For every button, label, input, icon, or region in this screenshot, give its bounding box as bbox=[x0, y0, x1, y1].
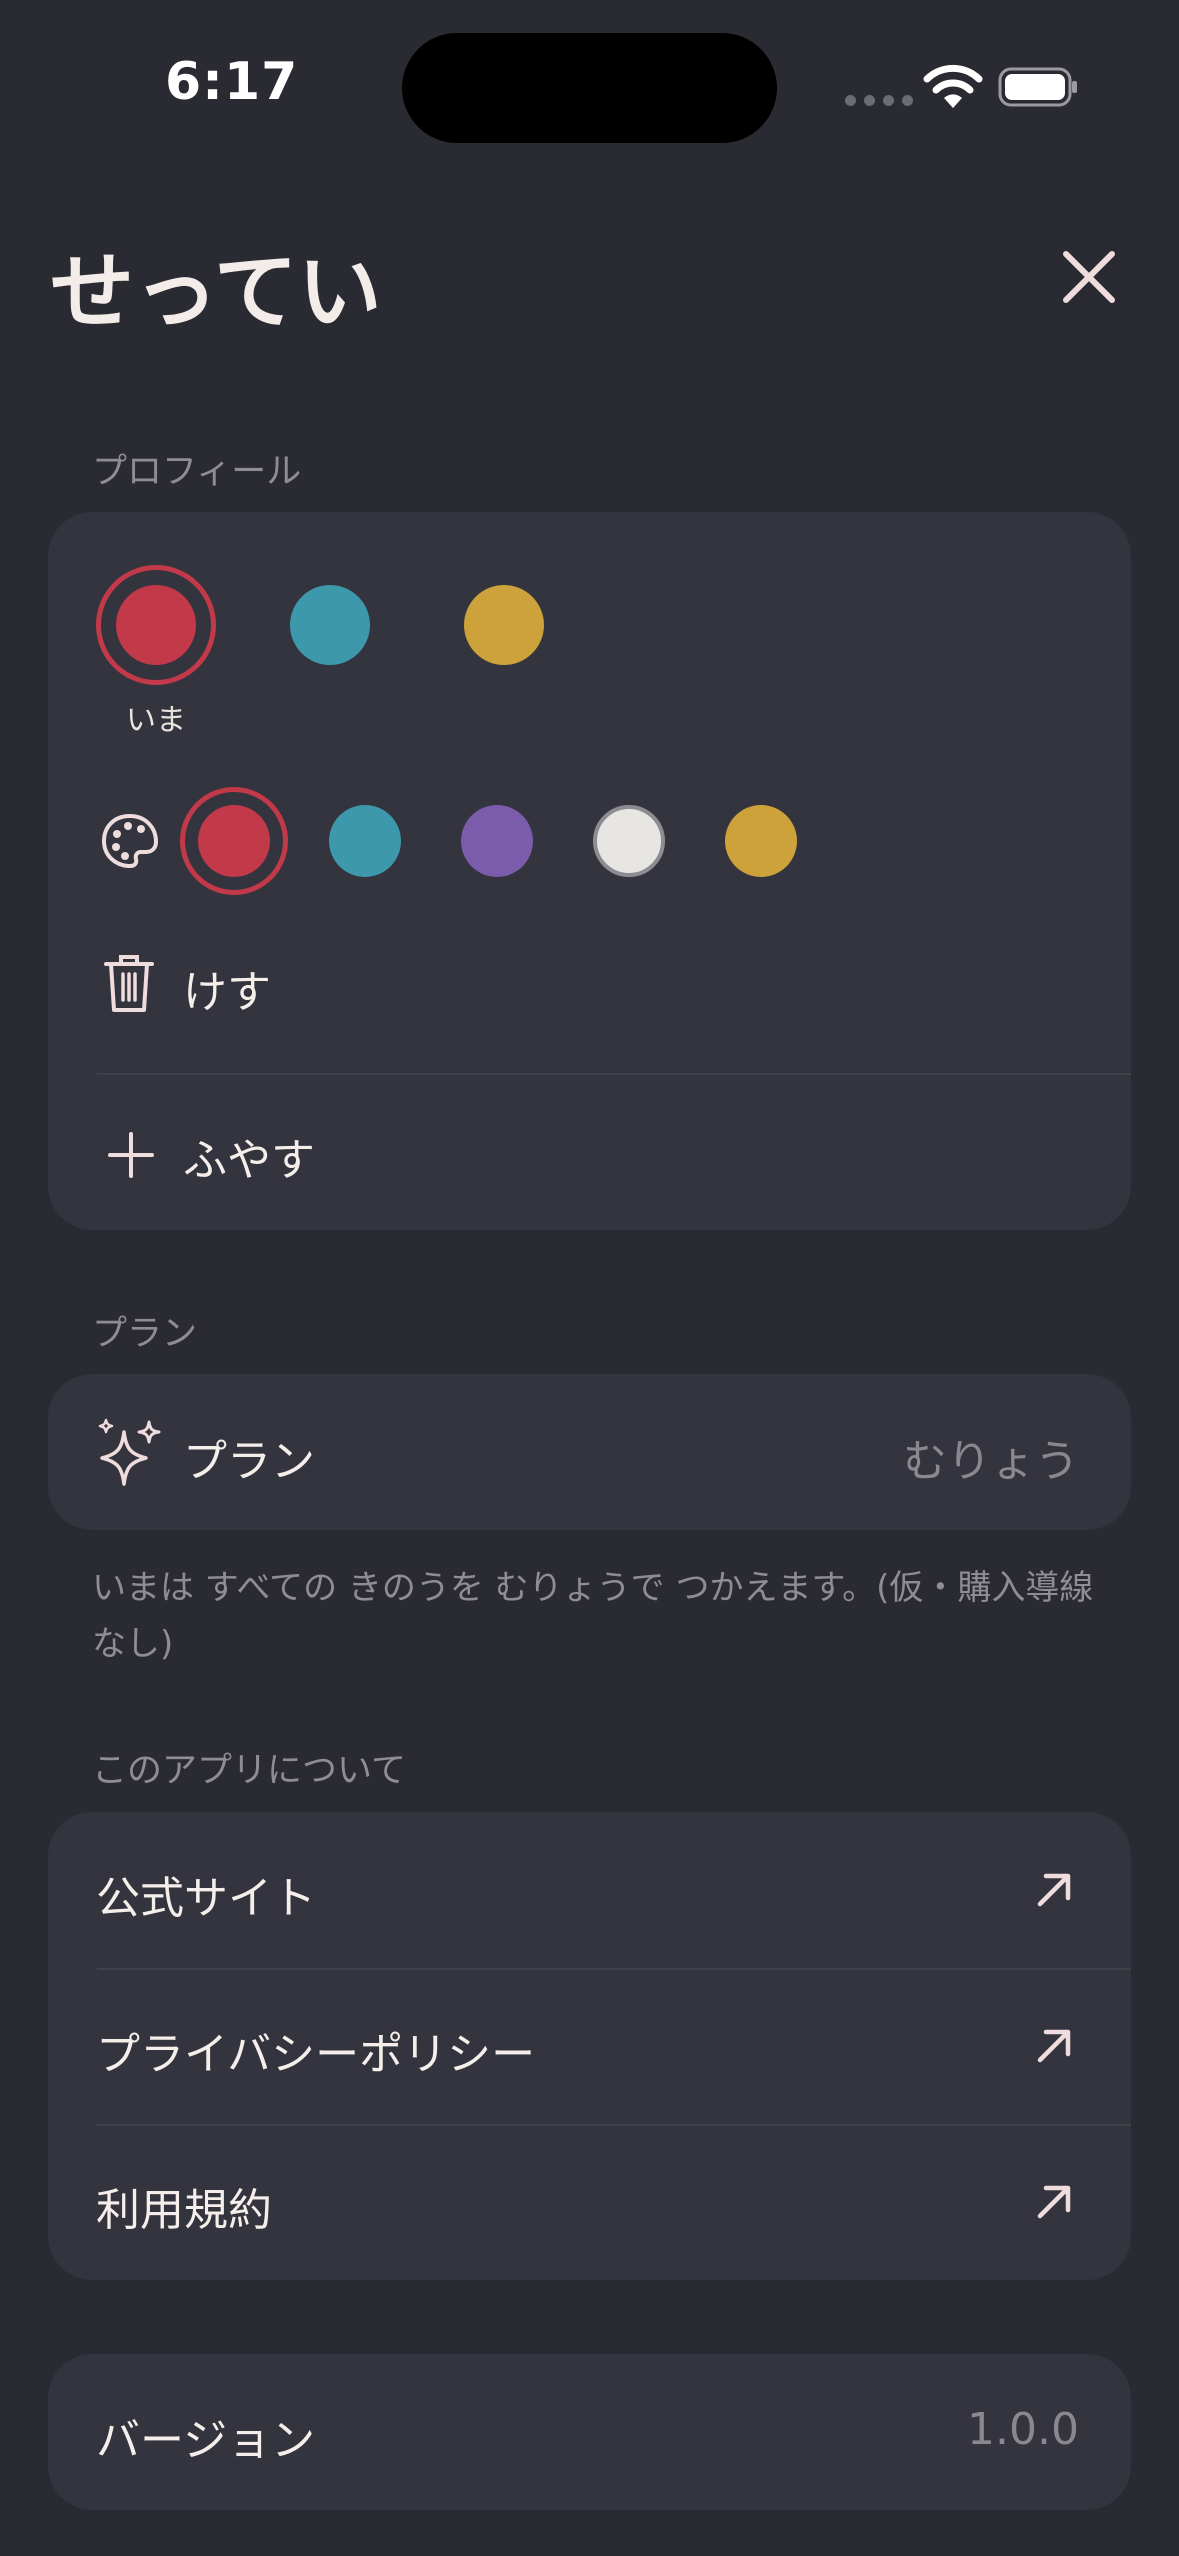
about-section-label: このアプリについて bbox=[92, 1751, 406, 1791]
profile-section-label: プロフィール bbox=[92, 452, 302, 492]
external-link-arrow-icon bbox=[1037, 1873, 1071, 1907]
profile-avatar-3[interactable] bbox=[464, 585, 544, 665]
page-title: せってい bbox=[50, 243, 382, 341]
divider bbox=[97, 1073, 1131, 1075]
profile-avatar-1[interactable] bbox=[116, 585, 196, 665]
plan-label: プラン bbox=[183, 1436, 315, 1487]
dynamic-island bbox=[402, 33, 777, 143]
link-label: プライバシーポリシー bbox=[96, 2029, 536, 2080]
plus-icon bbox=[108, 1132, 154, 1178]
cellular-signal-icon bbox=[845, 95, 913, 106]
external-link-arrow-icon bbox=[1037, 2029, 1071, 2063]
external-link-arrow-icon bbox=[1037, 2185, 1071, 2219]
close-icon[interactable] bbox=[1060, 248, 1118, 306]
link-row-privacy-policy[interactable]: プライバシーポリシー bbox=[48, 1968, 1131, 2124]
color-swatch-white[interactable] bbox=[593, 805, 665, 877]
color-swatch-red[interactable] bbox=[198, 805, 270, 877]
version-label: バージョン bbox=[96, 2415, 316, 2466]
version-value: 1.0.0 bbox=[967, 2404, 1079, 2455]
battery-icon bbox=[998, 67, 1077, 107]
link-label: 公式サイト bbox=[96, 1873, 316, 1924]
wifi-icon bbox=[923, 64, 983, 108]
plan-value: むりょう bbox=[903, 1436, 1079, 1487]
add-profile-button[interactable]: ふやす bbox=[183, 1124, 315, 1188]
sparkles-icon bbox=[98, 1418, 161, 1486]
palette-icon bbox=[101, 813, 159, 869]
status-time: 6:17 bbox=[165, 52, 299, 112]
color-swatch-teal[interactable] bbox=[329, 805, 401, 877]
delete-profile-button[interactable]: けす bbox=[183, 956, 271, 1020]
plan-section-label: プラン bbox=[92, 1314, 198, 1354]
current-profile-label: いま bbox=[126, 703, 186, 738]
link-row-official-site[interactable]: 公式サイト bbox=[48, 1812, 1131, 1968]
color-swatch-purple[interactable] bbox=[461, 805, 533, 877]
link-row-terms[interactable]: 利用規約 bbox=[48, 2124, 1131, 2280]
profile-avatar-2[interactable] bbox=[290, 585, 370, 665]
trash-icon bbox=[104, 955, 154, 1012]
plan-note: いまは すべての きのうを むりょうで つかえます。(仮・購入導線なし) bbox=[92, 1568, 1094, 1664]
link-label: 利用規約 bbox=[96, 2185, 272, 2236]
color-swatch-yellow[interactable] bbox=[725, 805, 797, 877]
